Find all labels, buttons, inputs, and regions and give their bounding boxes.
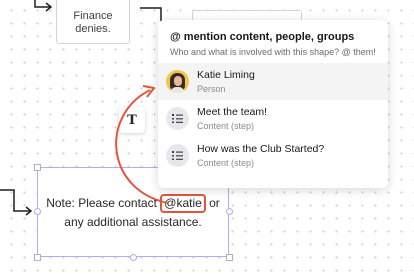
avatar <box>166 70 189 93</box>
mention-panel: @ mention content, people, groups Who an… <box>158 20 388 188</box>
step-list-icon <box>166 144 189 167</box>
step-list-icon <box>166 107 189 130</box>
mention-item-club-started[interactable]: How was the Club Started? Content (step) <box>158 137 388 174</box>
mention-panel-subtitle: Who and what is involved with this shape… <box>170 47 376 57</box>
mention-item-katie-liming[interactable]: Katie Liming Person <box>158 63 388 100</box>
mention-item-type: Person <box>197 84 226 94</box>
mention-item-meet-the-team[interactable]: Meet the team! Content (step) <box>158 100 388 137</box>
mention-item-name: Meet the team! <box>197 106 268 118</box>
mention-item-name: Katie Liming <box>197 69 255 81</box>
mention-item-name: How was the Club Started? <box>197 143 325 155</box>
mention-panel-title: @ mention content, people, groups <box>170 31 355 43</box>
mention-item-type: Content (step) <box>197 158 255 168</box>
mention-panel-header: @ mention content, people, groups Who an… <box>158 20 388 63</box>
mention-item-type: Content (step) <box>197 121 255 131</box>
